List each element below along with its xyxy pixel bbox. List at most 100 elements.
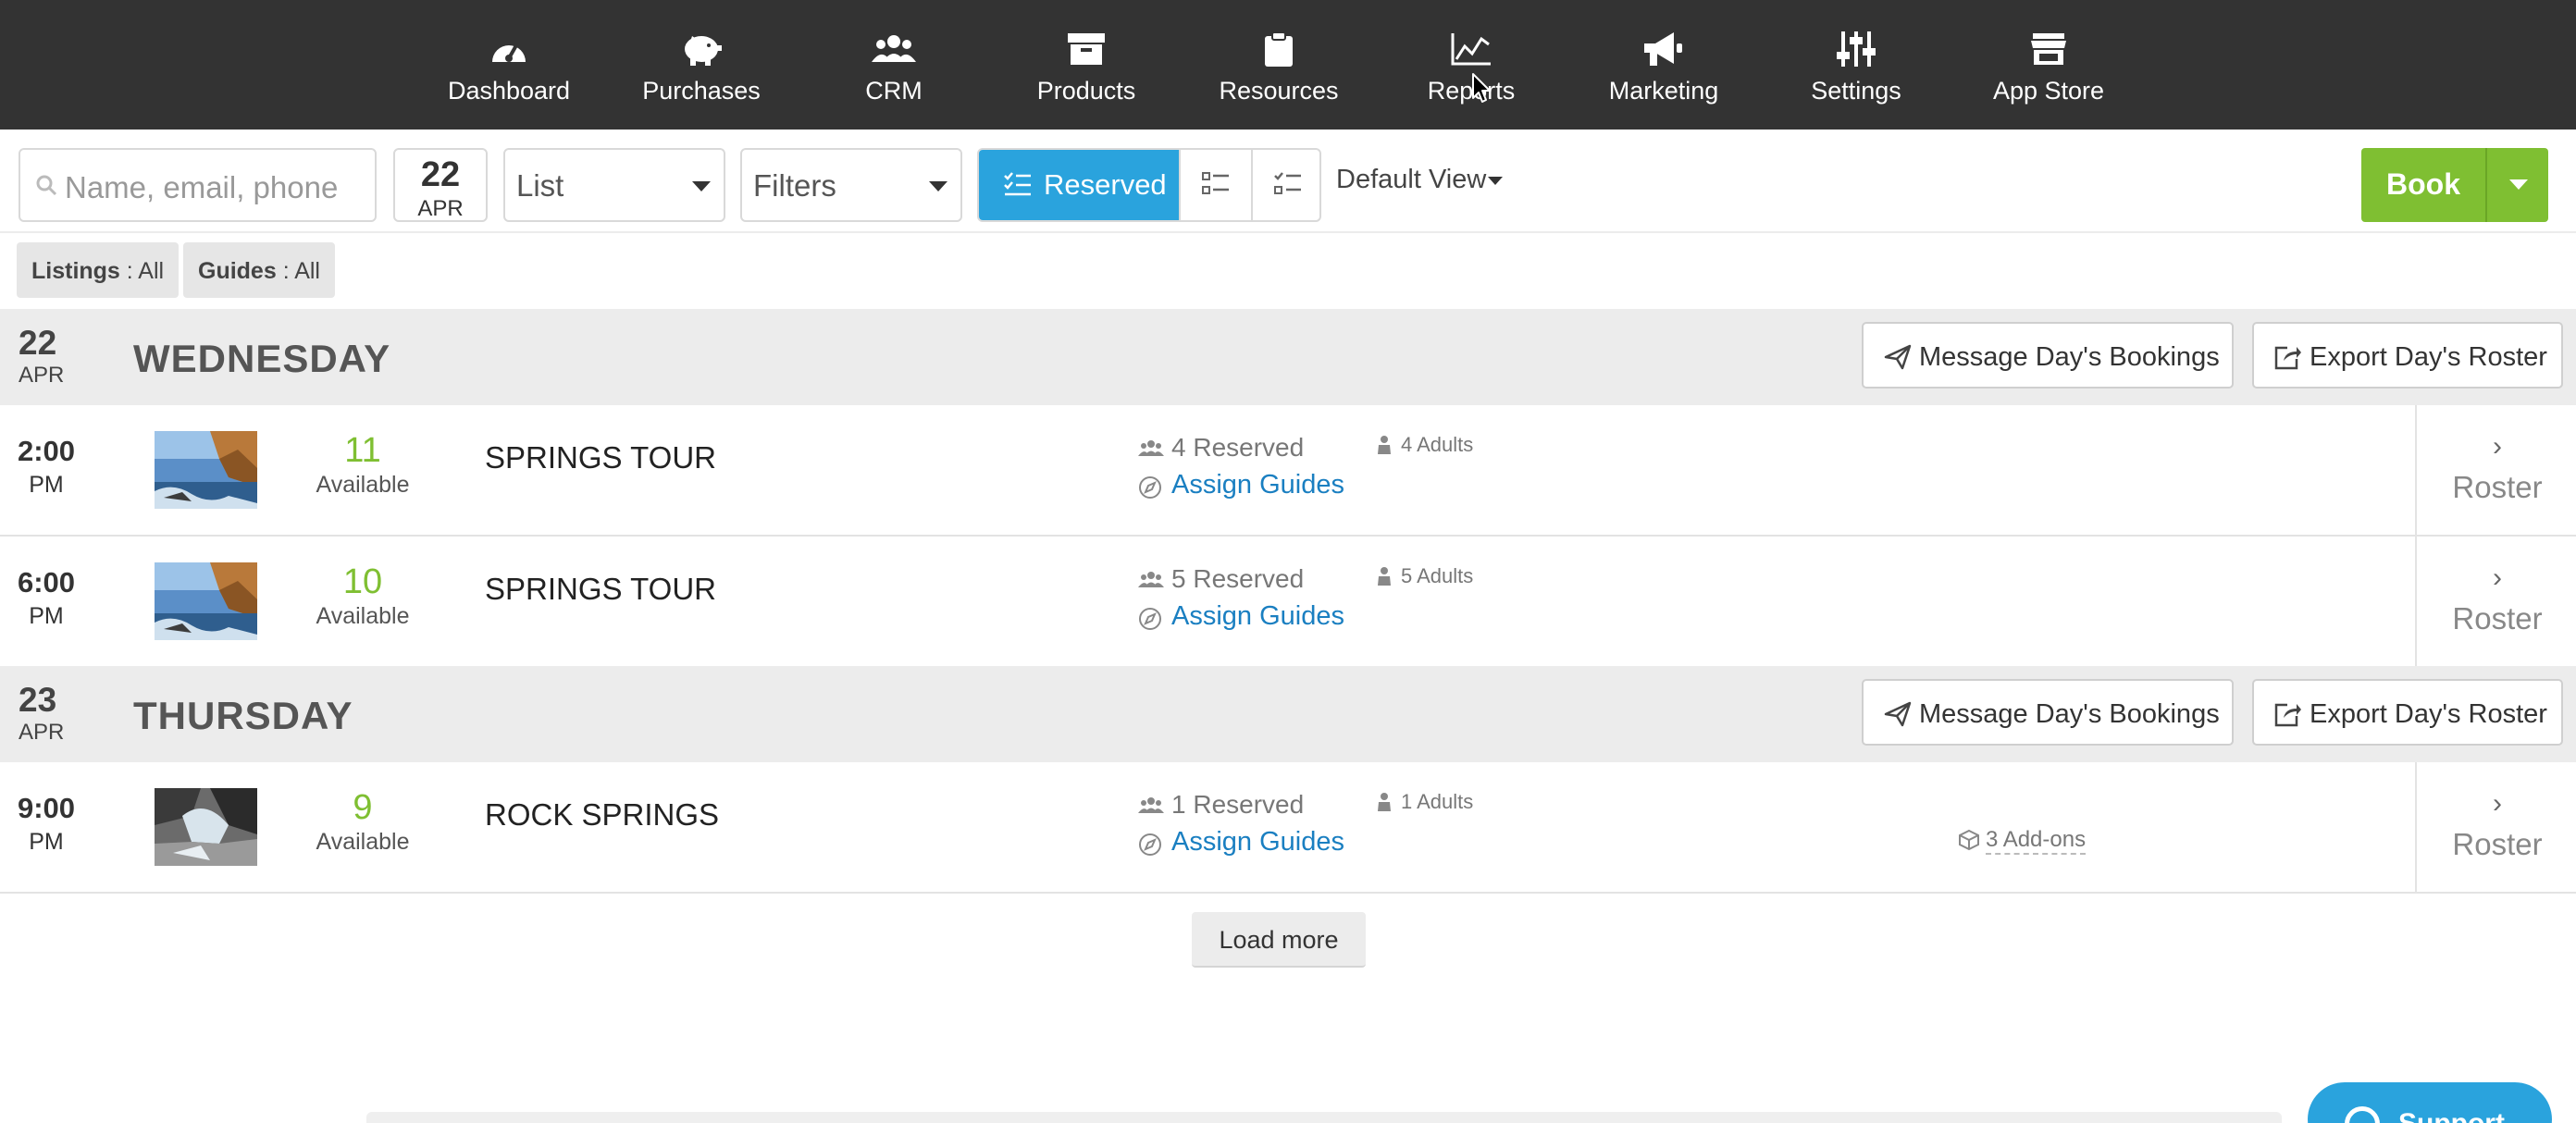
slot-time: 9:00 xyxy=(17,792,76,824)
message-day-bookings-button[interactable]: Message Day's Bookings xyxy=(1862,679,2234,746)
list-view-toggle[interactable] xyxy=(1179,150,1249,220)
nav-item-resources[interactable]: Resources xyxy=(1186,0,1371,130)
chevron-right-icon: › xyxy=(2493,788,2502,819)
nav-label: Purchases xyxy=(642,77,761,105)
nav-item-app-store[interactable]: App Store xyxy=(1956,0,2141,130)
reserved-filter-button[interactable]: Reserved xyxy=(979,150,1179,220)
clipboard-icon xyxy=(1186,26,1371,72)
day-number: 22 xyxy=(19,324,57,362)
day-header: 22 APR WEDNESDAY Message Day's Bookings … xyxy=(0,309,2576,405)
share-export-icon xyxy=(2274,703,2301,727)
footer-edge xyxy=(366,1112,2282,1123)
nav-item-settings[interactable]: Settings xyxy=(1764,0,1949,130)
nav-item-products[interactable]: Products xyxy=(994,0,1179,130)
load-more-button[interactable]: Load more xyxy=(1192,912,1366,968)
checklist-view-toggle[interactable] xyxy=(1251,150,1319,220)
nav-label: Resources xyxy=(1219,77,1339,105)
export-day-roster-button[interactable]: Export Day's Roster xyxy=(2252,679,2563,746)
divider xyxy=(2485,148,2487,222)
available-count: 9 xyxy=(353,788,373,827)
nav-item-purchases[interactable]: Purchases xyxy=(609,0,794,130)
chevron-right-icon: › xyxy=(2493,431,2502,462)
reserved-filter-label: Reserved xyxy=(1044,168,1167,201)
reserved-text: 4 Reserved xyxy=(1171,433,1305,462)
group-icon xyxy=(1138,440,1164,456)
day-header: 23 APR THURSDAY Message Day's Bookings E… xyxy=(0,666,2576,762)
nav-label: App Store xyxy=(1992,77,2105,105)
help-circle-icon xyxy=(2345,1106,2380,1123)
chip-value: : All xyxy=(276,258,320,284)
available-label: Available xyxy=(316,603,410,629)
roster-button[interactable]: › Roster xyxy=(2415,762,2576,892)
nav-item-reports[interactable]: Reports xyxy=(1379,0,1564,130)
booking-row[interactable]: 2:00 PM 11 Available SPRINGS TOUR 4 Rese… xyxy=(0,405,2576,537)
group-icon xyxy=(1138,572,1164,587)
adults-text: 4 Adults xyxy=(1401,433,1474,456)
date-picker[interactable]: 22 APR xyxy=(393,148,488,222)
tour-name[interactable]: SPRINGS TOUR xyxy=(485,572,716,607)
date-month: APR xyxy=(417,196,464,221)
chip-key: Listings xyxy=(31,258,120,284)
roster-label: Roster xyxy=(2452,601,2543,636)
message-day-bookings-label: Message Day's Bookings xyxy=(1919,342,2220,372)
assign-guides-label: Assign Guides xyxy=(1171,470,1344,500)
chip-guides[interactable]: Guides : All xyxy=(183,242,335,298)
chevron-right-icon: › xyxy=(2493,562,2502,593)
tour-thumbnail xyxy=(155,788,257,866)
chip-listings[interactable]: Listings : All xyxy=(17,242,180,298)
slot-time: 6:00 xyxy=(17,566,76,599)
export-day-roster-button[interactable]: Export Day's Roster xyxy=(2252,322,2563,389)
megaphone-icon xyxy=(1571,26,1756,72)
booking-row[interactable]: 9:00 PM 9 Available ROCK SPRINGS 1 Reser… xyxy=(0,762,2576,894)
view-mode-select[interactable]: List xyxy=(503,148,725,222)
assign-guides-label: Assign Guides xyxy=(1171,601,1344,631)
piggy-bank-icon xyxy=(609,26,794,72)
tour-name[interactable]: SPRINGS TOUR xyxy=(485,440,716,475)
caret-down-icon xyxy=(1488,176,1504,185)
sliders-icon xyxy=(1764,26,1949,72)
support-button[interactable]: Support xyxy=(2308,1082,2552,1123)
book-button-label: Book xyxy=(2386,167,2460,201)
toolbar: Name, email, phone 22 APR List Filters R… xyxy=(0,130,2576,233)
search-placeholder: Name, email, phone xyxy=(65,170,339,204)
date-day: 22 xyxy=(420,155,461,194)
chevron-down-icon xyxy=(929,181,947,191)
day-name: THURSDAY xyxy=(133,694,353,737)
checklist-icon xyxy=(1004,172,1031,196)
status-filter-group: Reserved xyxy=(977,148,1321,222)
book-button[interactable]: Book xyxy=(2361,148,2548,222)
person-icon xyxy=(1378,567,1391,586)
chip-value: : All xyxy=(119,258,165,284)
nav-label: CRM xyxy=(865,77,923,105)
nav-label: Settings xyxy=(1811,77,1901,105)
nav-item-dashboard[interactable]: Dashboard xyxy=(416,0,601,130)
reserved-text: 1 Reserved xyxy=(1171,790,1305,819)
tasks-icon xyxy=(1274,172,1301,194)
roster-button[interactable]: › Roster xyxy=(2415,405,2576,535)
adults-text: 1 Adults xyxy=(1401,790,1474,813)
search-input[interactable]: Name, email, phone xyxy=(19,148,377,222)
nav-label: Products xyxy=(1036,77,1136,105)
view-mode-value: List xyxy=(516,168,564,203)
filters-select[interactable]: Filters xyxy=(740,148,962,222)
nav-item-crm[interactable]: CRM xyxy=(801,0,986,130)
book-dropdown-icon[interactable] xyxy=(2509,179,2528,190)
booking-row[interactable]: 6:00 PM 10 Available SPRINGS TOUR 5 Rese… xyxy=(0,537,2576,668)
export-day-roster-label: Export Day's Roster xyxy=(2310,699,2547,729)
available-label: Available xyxy=(316,829,410,855)
roster-button[interactable]: › Roster xyxy=(2415,537,2576,666)
store-icon xyxy=(1956,26,2141,72)
adults-text: 5 Adults xyxy=(1401,564,1474,587)
message-day-bookings-label: Message Day's Bookings xyxy=(1919,699,2220,729)
message-day-bookings-button[interactable]: Message Day's Bookings xyxy=(1862,322,2234,389)
slot-time: 2:00 xyxy=(17,435,76,467)
default-view-dropdown[interactable]: Default View xyxy=(1336,165,1504,195)
share-export-icon xyxy=(2274,346,2301,370)
day-month: APR xyxy=(19,720,65,745)
export-day-roster-label: Export Day's Roster xyxy=(2310,342,2547,372)
dashboard-gauge-icon xyxy=(416,26,601,72)
mouse-cursor-icon xyxy=(1472,73,1491,103)
tour-name[interactable]: ROCK SPRINGS xyxy=(485,797,719,833)
tour-thumbnail xyxy=(155,431,257,509)
nav-item-marketing[interactable]: Marketing xyxy=(1571,0,1756,130)
